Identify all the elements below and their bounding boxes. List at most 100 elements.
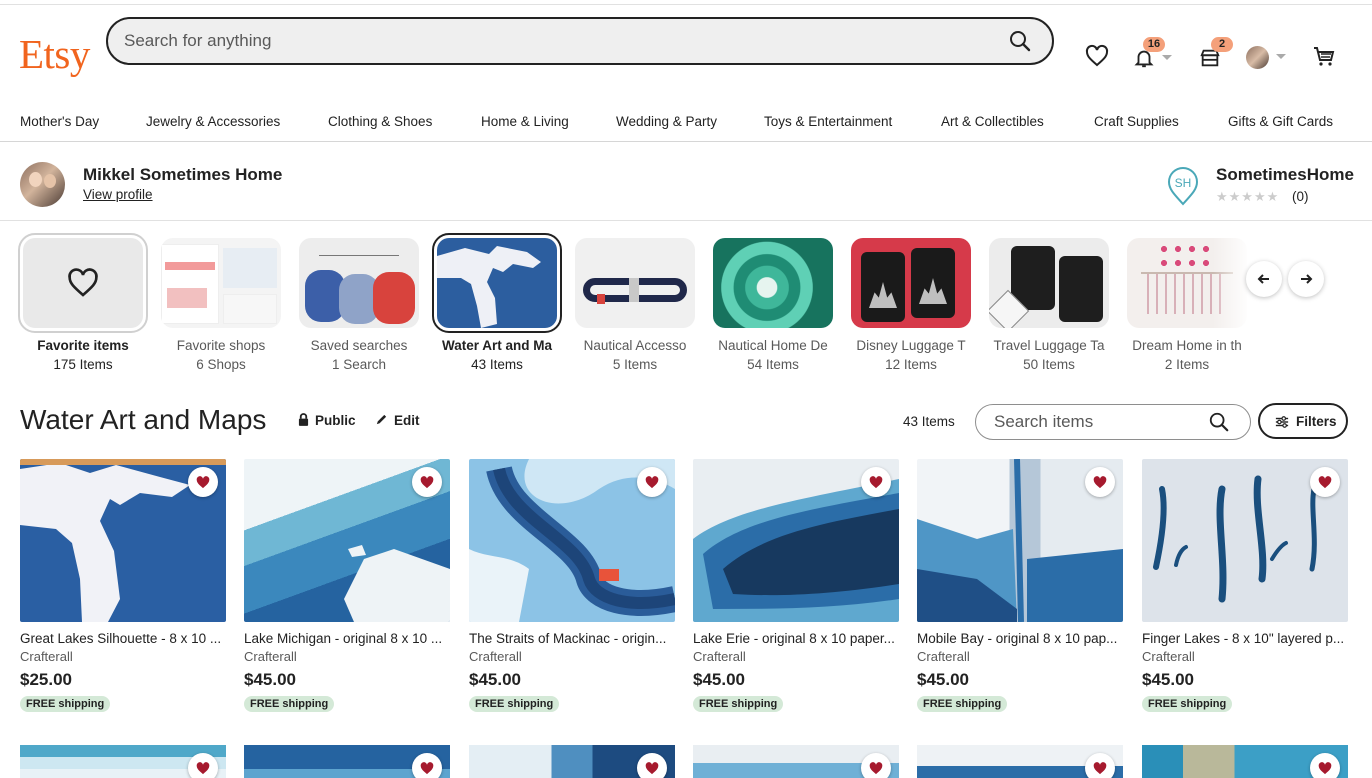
collection-dream-home[interactable]: Dream Home in th 2 Items [1127,238,1247,372]
carousel-next-button[interactable] [1288,261,1324,297]
category-home-living[interactable]: Home & Living [481,114,569,129]
search-icon[interactable] [1208,411,1230,433]
product-shop[interactable]: Crafterall [469,649,675,664]
favorite-toggle[interactable] [412,467,442,497]
favorite-toggle[interactable] [188,753,218,778]
product-card[interactable] [1142,745,1348,778]
product-title[interactable]: The Straits of Mackinac - origin... [469,631,675,646]
account-menu-button[interactable] [1246,45,1286,71]
category-wedding[interactable]: Wedding & Party [616,114,717,129]
product-title[interactable]: Finger Lakes - 8 x 10" layered p... [1142,631,1348,646]
product-image[interactable] [1142,459,1348,622]
category-clothing[interactable]: Clothing & Shoes [328,114,432,129]
shop-name[interactable]: SometimesHome [1216,165,1354,185]
product-image[interactable] [917,745,1123,778]
product-shop[interactable]: Crafterall [1142,649,1348,664]
product-image[interactable] [20,459,226,622]
product-card[interactable] [20,745,226,778]
favorite-toggle[interactable] [637,753,667,778]
product-card[interactable] [469,745,675,778]
avatar [1246,46,1269,69]
favorite-toggle[interactable] [1085,753,1115,778]
favorite-toggle[interactable] [1085,467,1115,497]
collection-nautical-accessories[interactable]: Nautical Accesso 5 Items [575,238,695,372]
heart-icon [1318,762,1332,775]
cart-icon[interactable] [1312,42,1336,70]
product-image[interactable] [693,459,899,622]
collection-favorite-items[interactable]: Favorite items 175 Items [18,233,148,372]
product-title[interactable]: Lake Michigan - original 8 x 10 ... [244,631,450,646]
visibility-toggle[interactable]: Public [298,413,356,428]
chevron-down-icon [1276,54,1286,59]
view-profile-link[interactable]: View profile [83,187,153,202]
product-card[interactable] [244,745,450,778]
filters-button[interactable]: Filters [1258,403,1348,439]
carousel-prev-button[interactable] [1246,261,1282,297]
collection-disney-luggage[interactable]: Disney Luggage T 12 Items [851,238,971,372]
item-search-bar[interactable] [975,404,1251,440]
product-card[interactable] [917,745,1123,778]
product-title[interactable]: Lake Erie - original 8 x 10 paper... [693,631,899,646]
shop-manager-button[interactable]: 2 [1199,37,1233,71]
product-card[interactable]: Great Lakes Silhouette - 8 x 10 ... Craf… [20,459,226,712]
collection-saved-searches[interactable]: Saved searches 1 Search [299,238,419,372]
favorite-toggle[interactable] [861,753,891,778]
category-craft-supplies[interactable]: Craft Supplies [1094,114,1179,129]
product-card[interactable]: Mobile Bay - original 8 x 10 pap... Craf… [917,459,1123,712]
favorite-toggle[interactable] [637,467,667,497]
collection-name: Travel Luggage Ta [993,338,1105,353]
product-image[interactable] [469,745,675,778]
product-shop[interactable]: Crafterall [917,649,1123,664]
etsy-logo[interactable]: Etsy [19,34,90,75]
collection-favorite-shops[interactable]: Favorite shops 6 Shops [161,238,281,372]
favorite-toggle[interactable] [1310,467,1340,497]
product-image[interactable] [469,459,675,622]
product-shop[interactable]: Crafterall [244,649,450,664]
product-price: $45.00 [244,670,296,689]
product-card[interactable]: Lake Michigan - original 8 x 10 ... Craf… [244,459,450,712]
collection-name: Favorite items [37,338,129,353]
favorite-toggle[interactable] [1310,753,1340,778]
search-input[interactable] [124,19,984,63]
product-title[interactable]: Mobile Bay - original 8 x 10 pap... [917,631,1123,646]
category-jewelry[interactable]: Jewelry & Accessories [146,114,280,129]
profile-avatar[interactable] [20,162,65,207]
category-gifts[interactable]: Gifts & Gift Cards [1228,114,1333,129]
heart-icon [645,476,659,489]
product-card[interactable] [693,745,899,778]
product-shop[interactable]: Crafterall [20,649,226,664]
shop-logo-icon[interactable]: SH [1166,166,1200,206]
free-shipping-badge: FREE shipping [917,696,1008,712]
search-icon[interactable] [1008,29,1032,53]
free-shipping-badge: FREE shipping [244,696,335,712]
product-card[interactable]: The Straits of Mackinac - origin... Craf… [469,459,675,712]
collection-water-art[interactable]: Water Art and Ma 43 Items [432,233,562,372]
product-image[interactable] [1142,745,1348,778]
item-search-input[interactable] [994,405,1204,439]
favorite-toggle[interactable] [188,467,218,497]
product-image[interactable] [244,745,450,778]
favorites-heart-icon[interactable] [1085,42,1109,70]
profile-name: Mikkel Sometimes Home [83,165,283,184]
collection-nautical-home[interactable]: Nautical Home De 54 Items [713,238,833,372]
category-toys[interactable]: Toys & Entertainment [764,114,892,129]
product-image[interactable] [693,745,899,778]
collection-title: Water Art and Maps [20,404,267,435]
edit-button[interactable]: Edit [375,413,420,428]
collection-travel-luggage[interactable]: Travel Luggage Ta 50 Items [989,238,1109,372]
search-bar[interactable] [106,17,1054,65]
notifications-button[interactable]: 16 [1133,37,1173,71]
favorite-toggle[interactable] [412,753,442,778]
product-card[interactable]: Lake Erie - original 8 x 10 paper... Cra… [693,459,899,712]
product-card[interactable]: Finger Lakes - 8 x 10" layered p... Craf… [1142,459,1348,712]
product-image[interactable] [917,459,1123,622]
collection-count: 2 Items [1164,357,1210,372]
product-image[interactable] [20,745,226,778]
category-art[interactable]: Art & Collectibles [941,114,1044,129]
product-title[interactable]: Great Lakes Silhouette - 8 x 10 ... [20,631,226,646]
favorite-toggle[interactable] [861,467,891,497]
product-image[interactable] [244,459,450,622]
product-shop[interactable]: Crafterall [693,649,899,664]
category-mothers-day[interactable]: Mother's Day [20,114,99,129]
top-divider [0,4,1372,5]
